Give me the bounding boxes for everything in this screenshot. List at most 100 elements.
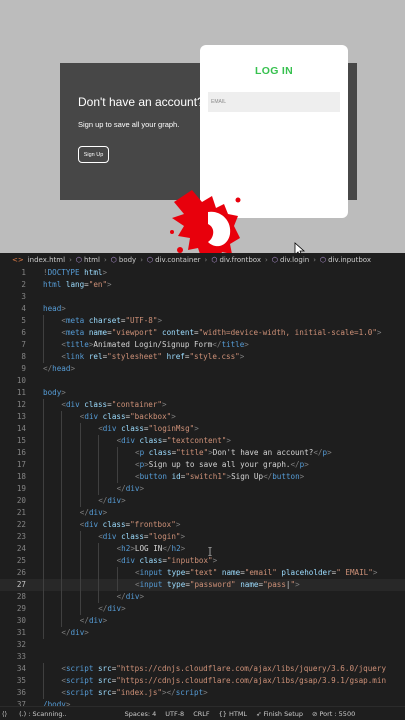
code-editor[interactable]: 1 !DOCTYPE html> 2 html lang="en"> 3 4 head> 5 <… — [0, 267, 405, 706]
code-line[interactable]: 37/body> — [0, 699, 405, 706]
code-token: > — [212, 556, 218, 565]
code-token: > — [84, 628, 89, 637]
indent-guide — [98, 471, 100, 483]
code-token: </ — [98, 496, 108, 505]
line-number: 33 — [16, 652, 26, 661]
code-token: html — [43, 280, 62, 289]
remote-indicator-icon[interactable]: ⟨⟩ — [0, 710, 10, 718]
breadcrumb-item[interactable]: div.inputbox — [328, 256, 371, 264]
code-token: "container" — [111, 400, 162, 409]
code-line[interactable]: 28 </div> — [0, 591, 405, 603]
indent-guide — [98, 567, 100, 579]
code-line[interactable]: 6 <meta name="viewport" content="width=de… — [0, 327, 405, 339]
email-input[interactable] — [208, 92, 340, 112]
indent-guide — [79, 423, 81, 435]
indent-guide — [79, 543, 81, 555]
code-line[interactable]: 3 — [0, 291, 405, 303]
status-spaces[interactable]: Spaces: 4 — [125, 710, 157, 718]
chevron-right-icon: › — [204, 256, 208, 264]
code-text: </div> — [61, 627, 88, 639]
code-line[interactable]: 25 <div class="inputbox"> — [0, 555, 405, 567]
mouse-pointer-icon — [294, 242, 306, 253]
code-token: div — [107, 604, 122, 613]
indent-guide — [61, 555, 63, 567]
code-line[interactable]: 36 <script src="index.js"></script> — [0, 687, 405, 699]
status-port[interactable]: Port : 5500 — [319, 710, 355, 718]
code-line[interactable]: 20 </div> — [0, 495, 405, 507]
code-line[interactable]: 23 <div class="login"> — [0, 531, 405, 543]
indent-guide — [43, 483, 44, 495]
code-line[interactable]: 11 body> — [0, 387, 405, 399]
code-token: head — [52, 364, 71, 373]
indent-guide — [116, 471, 118, 483]
status-language[interactable]: {} HTML — [219, 710, 247, 718]
code-token: > — [244, 340, 249, 349]
code-line[interactable]: 27 <input type="password" name="pass|"> — [0, 579, 405, 591]
code-line[interactable]: 12 <div class="container"> — [0, 399, 405, 411]
code-line[interactable]: 8 <link rel="stylesheet" href="style.css"… — [0, 351, 405, 363]
code-token: input — [139, 580, 163, 589]
code-line[interactable]: 33 — [0, 651, 405, 663]
breadcrumb-item[interactable]: div.frontbox — [219, 256, 261, 264]
code-line[interactable]: 7 <title>Animated Login/Signup Form</titl… — [0, 339, 405, 351]
indent-guide — [116, 459, 118, 471]
code-line[interactable]: 1 !DOCTYPE html> — [0, 267, 405, 279]
status-encoding[interactable]: UTF-8 — [165, 710, 184, 718]
line-number: 9 — [21, 364, 26, 373]
code-token: > — [372, 568, 378, 577]
code-line[interactable]: 34 <script src="https://cdnjs.cloudflare.… — [0, 663, 405, 675]
line-number: 19 — [16, 484, 26, 493]
indent-guide — [79, 495, 81, 507]
code-line[interactable]: 4 head> — [0, 303, 405, 315]
signup-button[interactable]: Sign Up — [78, 146, 109, 163]
line-number: 24 — [16, 544, 26, 553]
code-token: class — [139, 556, 163, 565]
code-line[interactable]: 32 — [0, 639, 405, 651]
code-line[interactable]: 13 <div class="backbox"> — [0, 411, 405, 423]
code-line[interactable]: 22 <div class="frontbox"> — [0, 519, 405, 531]
code-text: <h2>LOG IN</h2> — [117, 543, 186, 555]
code-token: src — [97, 688, 112, 697]
indent-guide — [43, 459, 44, 471]
code-text: </div> — [98, 495, 125, 507]
code-line[interactable]: 31 </div> — [0, 627, 405, 639]
code-line[interactable]: 29 </div> — [0, 603, 405, 615]
breadcrumb-item[interactable]: index.html — [28, 256, 65, 264]
code-line[interactable]: 19 </div> — [0, 483, 405, 495]
code-token: </ — [313, 448, 323, 457]
code-line[interactable]: 5 <meta charset="UTF-8"> — [0, 315, 405, 327]
code-token: "inputbox" — [166, 556, 213, 565]
code-token: href — [166, 352, 185, 361]
code-line[interactable]: 21 </div> — [0, 507, 405, 519]
indent-guide — [43, 519, 44, 531]
indent-guide — [79, 459, 81, 471]
breadcrumb-item[interactable]: html — [84, 256, 100, 264]
code-line[interactable]: 10 — [0, 375, 405, 387]
code-line[interactable]: 35 <script src="https://cdnjs.cloudflare.… — [0, 675, 405, 687]
line-number: 10 — [16, 376, 26, 385]
code-line[interactable]: 15 <div class="textcontent"> — [0, 435, 405, 447]
code-token: > — [157, 316, 163, 325]
breadcrumb-item[interactable]: div.login — [280, 256, 309, 264]
status-finish-setup[interactable]: Finish Setup — [264, 710, 304, 718]
code-line[interactable]: 26 <input type="text" name="email" placeh… — [0, 567, 405, 579]
code-line[interactable]: 14 <div class="loginMsg"> — [0, 423, 405, 435]
code-token: </ — [43, 364, 53, 373]
code-line[interactable]: 9 </head> — [0, 363, 405, 375]
code-text: <input type="text" name="email" placehol… — [135, 567, 377, 579]
code-line[interactable]: 18 <button id="switch1">Sign Up</button> — [0, 471, 405, 483]
code-line[interactable]: 16 <p class="title">Don't have an account… — [0, 447, 405, 459]
code-line[interactable]: 30 </div> — [0, 615, 405, 627]
code-token: LOG IN — [134, 544, 163, 553]
code-token: > — [102, 616, 108, 625]
code-text: <button id="switch1">Sign Up</button> — [135, 471, 304, 483]
indent-guide — [98, 555, 100, 567]
breadcrumb-item[interactable]: div.container — [155, 256, 200, 264]
code-text: <div class="backbox"> — [80, 411, 176, 423]
code-line[interactable]: 24 <h2>LOG IN</h2> — [0, 543, 405, 555]
code-line[interactable]: 17 <p>Sign up to save all your graph.</p> — [0, 459, 405, 471]
code-line[interactable]: 2 html lang="en"> — [0, 279, 405, 291]
status-eol[interactable]: CRLF — [193, 710, 209, 718]
indent-guide — [43, 531, 44, 543]
breadcrumb-item[interactable]: body — [119, 256, 136, 264]
